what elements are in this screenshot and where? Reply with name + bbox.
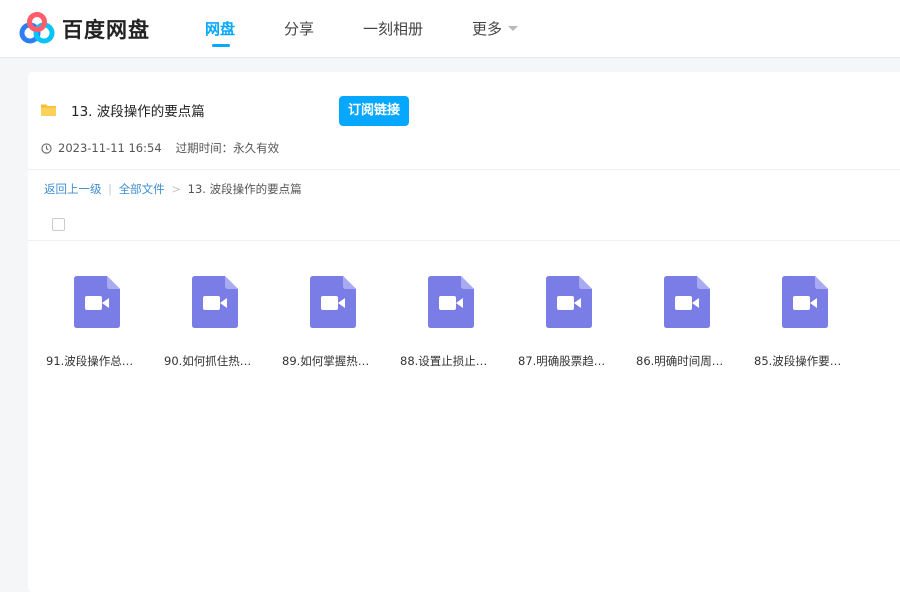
tab-moment-album[interactable]: 一刻相册: [363, 18, 423, 39]
divider: [28, 169, 900, 170]
tab-netdisk[interactable]: 网盘: [205, 18, 235, 39]
file-name: 89.如何掌握热点...: [282, 354, 378, 368]
video-file-icon: [192, 276, 238, 328]
breadcrumb-current: 13. 波段操作的要点篇: [187, 182, 302, 196]
subscribe-link-button[interactable]: 订阅链接: [339, 96, 409, 126]
divider: [28, 240, 900, 241]
breadcrumb-separator: |: [108, 182, 113, 196]
file-name: 90.如何抓住热点...: [164, 354, 260, 368]
tab-more[interactable]: 更多: [472, 18, 519, 39]
video-file-icon: [310, 276, 356, 328]
logo[interactable]: 百度网盘: [18, 12, 150, 46]
video-file-icon: [428, 276, 474, 328]
logo-text: 百度网盘: [62, 18, 150, 42]
video-file-icon: [74, 276, 120, 328]
share-panel: 13. 波段操作的要点篇 订阅链接 2023-11-11 16:54 过期时间：…: [28, 72, 900, 592]
breadcrumb-separator: >: [171, 182, 181, 196]
expiry-text: 过期时间：永久有效: [175, 141, 280, 155]
breadcrumb-all-files-link[interactable]: 全部文件: [119, 182, 165, 196]
share-title-row: 13. 波段操作的要点篇: [41, 100, 205, 120]
video-file-icon: [664, 276, 710, 328]
file-name: 86.明确时间周期...: [636, 354, 732, 368]
share-date: 2023-11-11 16:54: [58, 141, 162, 155]
video-file-icon: [546, 276, 592, 328]
file-name: 85.波段操作要点...: [754, 354, 850, 368]
select-all-checkbox[interactable]: [52, 218, 65, 231]
file-name: 88.设置止损止盈...: [400, 354, 496, 368]
share-meta: 2023-11-11 16:54 过期时间：永久有效: [41, 140, 279, 156]
clock-icon: [41, 142, 52, 154]
breadcrumb-back-link[interactable]: 返回上一级: [44, 182, 102, 196]
folder-title: 13. 波段操作的要点篇: [71, 104, 205, 120]
active-tab-indicator: [212, 44, 230, 47]
tab-share[interactable]: 分享: [284, 18, 314, 39]
folder-icon: [41, 104, 56, 116]
file-name: 91.波段操作总结...: [46, 354, 142, 368]
breadcrumb: 返回上一级 | 全部文件 > 13. 波段操作的要点篇: [44, 181, 302, 197]
file-name: 87.明确股票趋势...: [518, 354, 614, 368]
chevron-down-icon: [508, 26, 519, 31]
tab-more-label: 更多: [472, 20, 503, 38]
baidu-netdisk-logo-icon: [19, 12, 55, 44]
top-bar: 百度网盘 网盘 分享 一刻相册 更多: [0, 0, 900, 58]
video-file-icon: [782, 276, 828, 328]
